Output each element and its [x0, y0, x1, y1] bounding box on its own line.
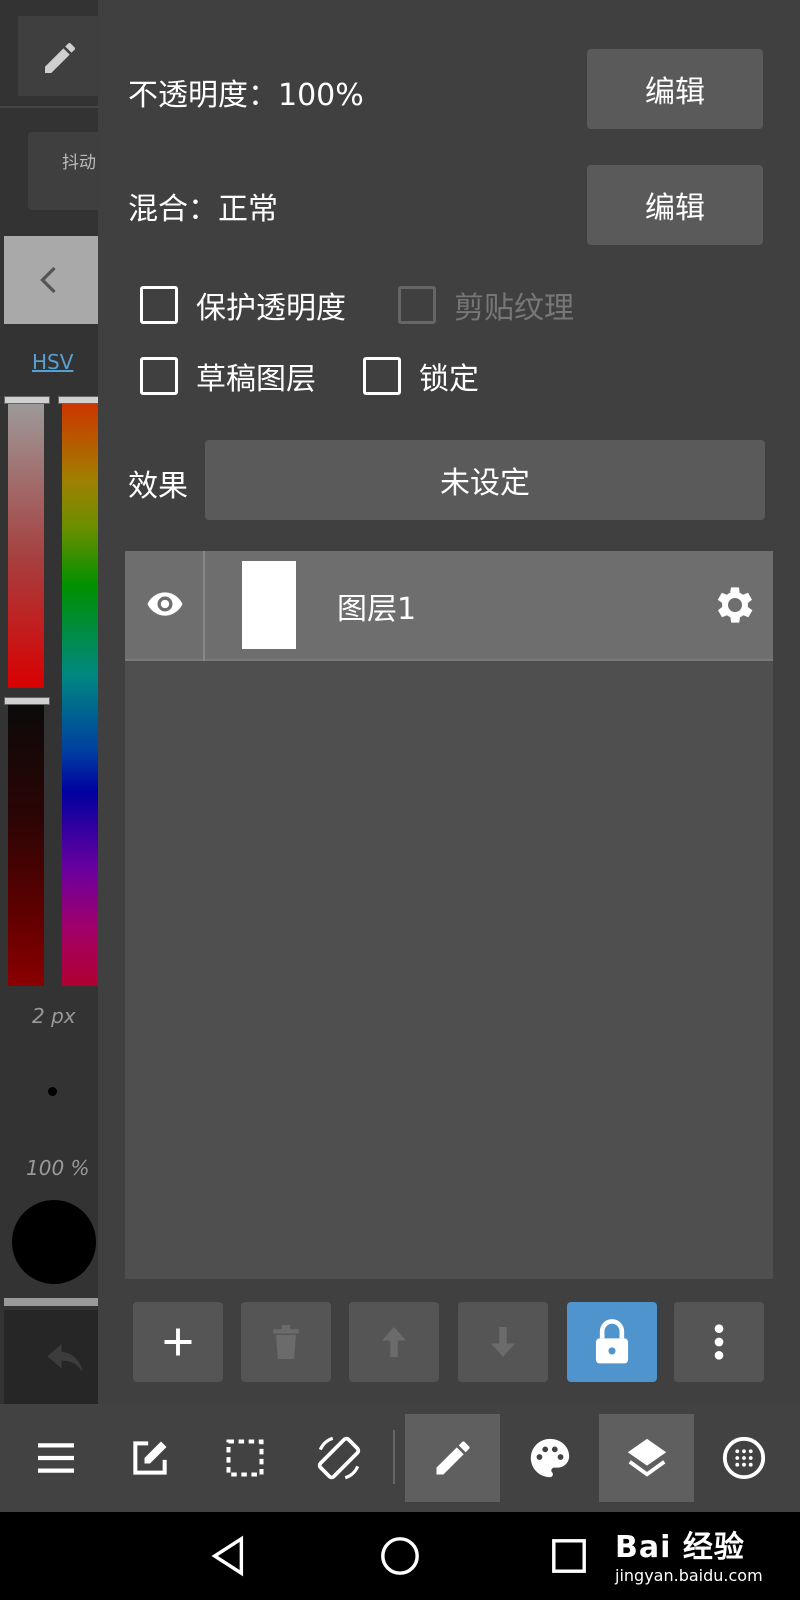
selection-button[interactable]: [197, 1414, 292, 1502]
current-color-swatch[interactable]: [12, 1200, 96, 1284]
move-layer-up-button[interactable]: [349, 1302, 439, 1382]
clipping-checkbox: 剪贴纹理: [398, 283, 574, 327]
jitter-label: 抖动: [62, 153, 96, 173]
protect-alpha-checkbox[interactable]: 保护透明度: [140, 283, 346, 327]
saturation-slider-handle[interactable]: [4, 396, 50, 404]
layer-name: 图层1: [337, 592, 417, 627]
toolbar-divider: [393, 1430, 395, 1484]
move-layer-down-button[interactable]: [458, 1302, 548, 1382]
checkbox-box: [398, 286, 436, 324]
system-navigation-bar: Bai 经验 jingyan.baidu.com: [0, 1512, 800, 1600]
layers-icon: [627, 1438, 666, 1477]
brush-size-value[interactable]: 2 px: [32, 1004, 76, 1028]
left-panel-bottom-bar: [4, 1298, 98, 1306]
rotate-canvas-button[interactable]: [291, 1414, 386, 1502]
checkbox-box[interactable]: [363, 357, 401, 395]
checkbox-box[interactable]: [140, 357, 178, 395]
pen-tool-button[interactable]: [405, 1414, 500, 1502]
checkbox-label: 草稿图层: [196, 362, 316, 397]
value-slider[interactable]: [8, 700, 44, 986]
undo-icon: [47, 1344, 83, 1372]
bottom-toolbar: [0, 1404, 800, 1512]
watermark-url: jingyan.baidu.com: [615, 1566, 763, 1585]
layer-more-options-button[interactable]: [674, 1302, 764, 1382]
left-panel-divider: [0, 106, 98, 108]
pen-icon: [436, 1441, 470, 1475]
nav-back-button[interactable]: [183, 1512, 273, 1600]
value-slider-handle[interactable]: [4, 697, 50, 705]
blend-mode-edit-button[interactable]: 编辑: [587, 165, 763, 245]
baidu-watermark: Bai 经验 jingyan.baidu.com: [615, 1522, 763, 1585]
layer-row[interactable]: 图层1: [125, 551, 773, 661]
collapse-panel-button[interactable]: [4, 236, 98, 324]
opacity-label: 不透明度：100%: [128, 78, 364, 113]
layers-button[interactable]: [599, 1414, 694, 1502]
visibility-eye-icon[interactable]: [145, 584, 185, 624]
checkbox-label: 锁定: [419, 362, 479, 397]
layer-thumbnail: [242, 561, 296, 649]
checkbox-label: 剪贴纹理: [454, 291, 574, 326]
brush-opacity-value[interactable]: 100 %: [26, 1156, 90, 1180]
layer-settings-gear-icon[interactable]: [711, 581, 759, 629]
edit-canvas-icon: [132, 1441, 167, 1475]
add-layer-button[interactable]: [133, 1302, 223, 1382]
color-mode-link[interactable]: HSV: [32, 350, 73, 374]
recents-icon: [552, 1539, 586, 1573]
nav-home-button[interactable]: [355, 1512, 445, 1600]
checkbox-label: 保护透明度: [196, 291, 346, 326]
arrow-up-icon: [382, 1327, 406, 1357]
checkbox-box[interactable]: [140, 286, 178, 324]
trash-icon: [273, 1325, 299, 1359]
chevron-left-icon: [40, 266, 56, 294]
saturation-slider[interactable]: [8, 398, 44, 688]
lock-icon: [595, 1319, 629, 1364]
draft-layer-checkbox[interactable]: 草稿图层: [140, 354, 316, 398]
grid-icon: [722, 1436, 765, 1480]
back-icon: [211, 1535, 244, 1577]
hue-slider-handle[interactable]: [58, 396, 102, 404]
rotate-icon: [317, 1436, 360, 1480]
arrow-down-icon: [491, 1327, 515, 1357]
canvas-edit-button[interactable]: [102, 1414, 197, 1502]
menu-icon: [37, 1443, 74, 1473]
more-vertical-icon: [714, 1324, 724, 1360]
blend-mode-label: 混合：正常: [128, 192, 278, 227]
palette-icon: [530, 1438, 569, 1478]
layer-row-divider: [203, 551, 205, 661]
brush-size-preview: [48, 1087, 57, 1096]
menu-button[interactable]: [8, 1414, 103, 1502]
undo-button[interactable]: [4, 1310, 98, 1404]
add-icon: [164, 1328, 192, 1356]
color-palette-button[interactable]: [502, 1414, 597, 1502]
brush-tool-button[interactable]: [18, 16, 98, 96]
effect-label: 效果: [128, 469, 188, 504]
nav-recents-button[interactable]: [524, 1512, 614, 1600]
lock-layer-checkbox[interactable]: 锁定: [363, 354, 479, 398]
grid-menu-button[interactable]: [696, 1414, 791, 1502]
lock-layer-button[interactable]: [567, 1302, 657, 1382]
delete-layer-button[interactable]: [241, 1302, 331, 1382]
pencil-icon: [45, 42, 76, 73]
opacity-edit-button[interactable]: 编辑: [587, 49, 763, 129]
effect-select-button[interactable]: 未设定: [205, 440, 765, 520]
home-icon: [381, 1537, 419, 1575]
watermark-logo: Bai 经验: [615, 1530, 745, 1565]
selection-icon: [225, 1439, 264, 1477]
hue-slider[interactable]: [62, 398, 98, 986]
